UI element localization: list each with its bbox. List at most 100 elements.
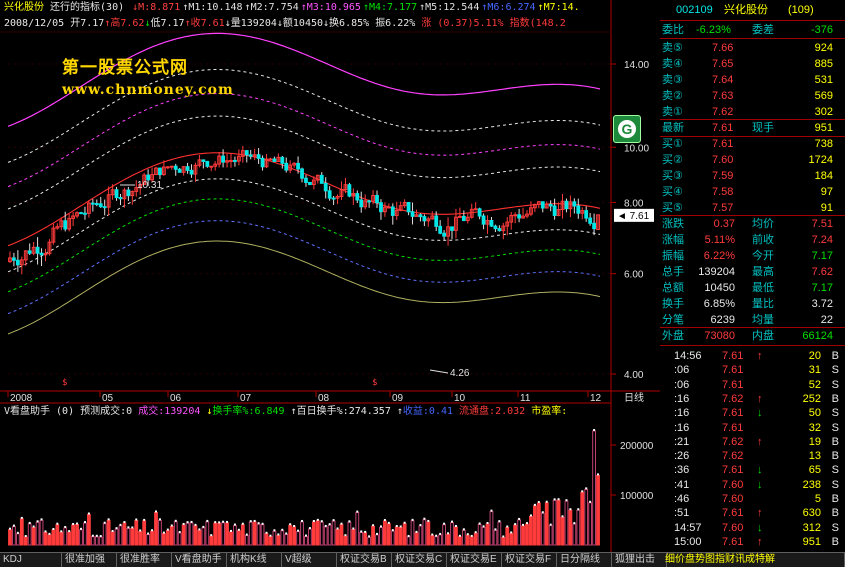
indicator-tab[interactable]: 权证交易B bbox=[337, 553, 392, 567]
volume-bar bbox=[280, 530, 285, 546]
volume-bar bbox=[501, 536, 506, 546]
indicator-tab[interactable]: 权证交易E bbox=[447, 553, 502, 567]
volume-bar bbox=[544, 502, 549, 546]
sell-level[interactable]: 卖③ 7.64 531 bbox=[660, 72, 845, 88]
volume-bar-cap bbox=[525, 522, 528, 525]
volume-bar-cap bbox=[123, 521, 126, 524]
volume-bar bbox=[315, 520, 320, 546]
candle-body bbox=[98, 203, 103, 208]
candle-body bbox=[457, 215, 462, 218]
buy-level[interactable]: 买② 7.60 1724 bbox=[660, 152, 845, 168]
volume-bar-cap bbox=[332, 519, 335, 522]
volume-bar bbox=[118, 525, 123, 546]
volume-bar bbox=[517, 519, 521, 546]
waipan-value: 73080 bbox=[704, 330, 735, 342]
month-label: 09 bbox=[392, 393, 404, 404]
indicator-tab[interactable]: 权证交易C bbox=[392, 553, 447, 567]
volume-bar-cap bbox=[56, 522, 59, 525]
g-logo-icon: G bbox=[618, 120, 636, 138]
volume-bar bbox=[110, 531, 115, 546]
stock-title[interactable]: 002109 兴化股份 (109) bbox=[660, 2, 845, 18]
volume-bar-cap bbox=[166, 528, 169, 531]
indicator-tab[interactable]: KDJ bbox=[0, 553, 62, 567]
volume-bar-cap bbox=[454, 525, 457, 528]
volume-bar bbox=[493, 529, 498, 546]
indicator-tab[interactable]: 很准加强 bbox=[62, 553, 117, 567]
vol-title[interactable]: V看盘助手 (0) bbox=[4, 406, 74, 417]
sell-level[interactable]: 卖⑤ 7.66 924 bbox=[660, 40, 845, 56]
sell-level[interactable]: 卖① 7.62 302 bbox=[660, 104, 845, 120]
level-label: 买③ bbox=[662, 170, 683, 182]
volume-bar-cap bbox=[87, 512, 90, 515]
level-price: 7.59 bbox=[712, 170, 734, 182]
low-annotation: 4.26 bbox=[450, 368, 470, 379]
volume-bar bbox=[197, 529, 202, 546]
volume-bar-cap bbox=[451, 520, 453, 523]
indicator-tab[interactable]: 狐狸出击 bbox=[612, 553, 667, 567]
indicator-tab[interactable]: 日分隔线 bbox=[557, 553, 612, 567]
low-annotation-line bbox=[429, 369, 449, 374]
buy-level[interactable]: 买⑤ 7.57 91 bbox=[660, 200, 845, 216]
volume-bar bbox=[596, 474, 600, 546]
candle-body bbox=[355, 193, 360, 201]
candle-body bbox=[63, 220, 68, 230]
volume-bar bbox=[233, 525, 237, 546]
volume-bar bbox=[75, 524, 79, 546]
stat-row: 涨跌 0.37 均价 7.51 bbox=[660, 216, 845, 232]
volume-bar-cap bbox=[60, 530, 63, 533]
stat-row: 总手 139204 最高 7.62 bbox=[660, 264, 845, 280]
candle-body bbox=[540, 201, 545, 209]
indicator-tab[interactable]: 很准胜率 bbox=[117, 553, 172, 567]
volume-bar bbox=[390, 530, 395, 546]
g-logo-button[interactable]: G bbox=[613, 115, 641, 143]
buy-level[interactable]: 买① 7.61 738 bbox=[660, 136, 845, 152]
volume-bar-cap bbox=[44, 530, 47, 533]
month-label: 07 bbox=[240, 393, 252, 404]
volume-bar bbox=[438, 534, 443, 546]
stat-label: 均量 bbox=[752, 314, 774, 326]
volume-bar-cap bbox=[415, 530, 418, 533]
volume-bar bbox=[83, 522, 87, 546]
latest-label: 最新 bbox=[662, 122, 684, 134]
volume-bar-cap bbox=[364, 530, 367, 533]
candle-body bbox=[15, 259, 20, 266]
candle-body bbox=[564, 200, 569, 210]
candle-body bbox=[319, 174, 324, 184]
sell-level[interactable]: 卖② 7.63 569 bbox=[660, 88, 845, 104]
volume-bar bbox=[422, 519, 427, 546]
volume-bar bbox=[343, 535, 348, 546]
price-tick-label: 6.00 bbox=[624, 270, 644, 281]
indicator-tab[interactable]: 机构K线(修) bbox=[227, 553, 282, 567]
tick-time: 15:00 bbox=[674, 535, 702, 548]
candle-body bbox=[102, 206, 107, 209]
buy-level[interactable]: 买③ 7.59 184 bbox=[660, 168, 845, 184]
volume-bar bbox=[122, 522, 127, 546]
stat-value: 6.85% bbox=[703, 298, 735, 310]
ma-value-0: ↓M:8.871 bbox=[132, 2, 181, 13]
price-tick-label: 8.00 bbox=[624, 198, 644, 209]
weicha-label: 委差 bbox=[752, 24, 774, 36]
volume-bar bbox=[379, 526, 383, 546]
panel-tabs[interactable]: 细价盘势图指财讯成特解 bbox=[662, 553, 845, 567]
vol-forecast: 预测成交:0 bbox=[80, 406, 133, 417]
volume-bar-cap bbox=[419, 524, 422, 527]
indicator-tab[interactable]: V超级MACD bbox=[282, 553, 337, 567]
volume-bar-cap bbox=[352, 527, 355, 530]
stat-value: 3.72 bbox=[811, 298, 833, 310]
volume-bar-cap bbox=[83, 521, 86, 524]
bar-open: 开7.17 bbox=[70, 18, 105, 29]
indicator-tab[interactable]: 权证交易F bbox=[502, 553, 557, 567]
volume-bar bbox=[244, 535, 249, 546]
ma-value-1: ↑M1:10.148 bbox=[182, 2, 243, 13]
volume-bar bbox=[158, 519, 162, 546]
volume-bar bbox=[90, 536, 95, 546]
volume-bar-cap bbox=[553, 498, 556, 501]
volume-bar bbox=[477, 524, 482, 546]
candle-body bbox=[126, 189, 131, 197]
buy-level[interactable]: 买④ 7.58 97 bbox=[660, 184, 845, 200]
candle-body bbox=[284, 162, 289, 171]
indicator-tab[interactable]: V看盘助手 bbox=[172, 553, 227, 567]
sell-level[interactable]: 卖④ 7.65 885 bbox=[660, 56, 845, 72]
volume-bar bbox=[39, 519, 44, 546]
indicator-name[interactable]: 还行的指标(30) bbox=[50, 2, 124, 13]
